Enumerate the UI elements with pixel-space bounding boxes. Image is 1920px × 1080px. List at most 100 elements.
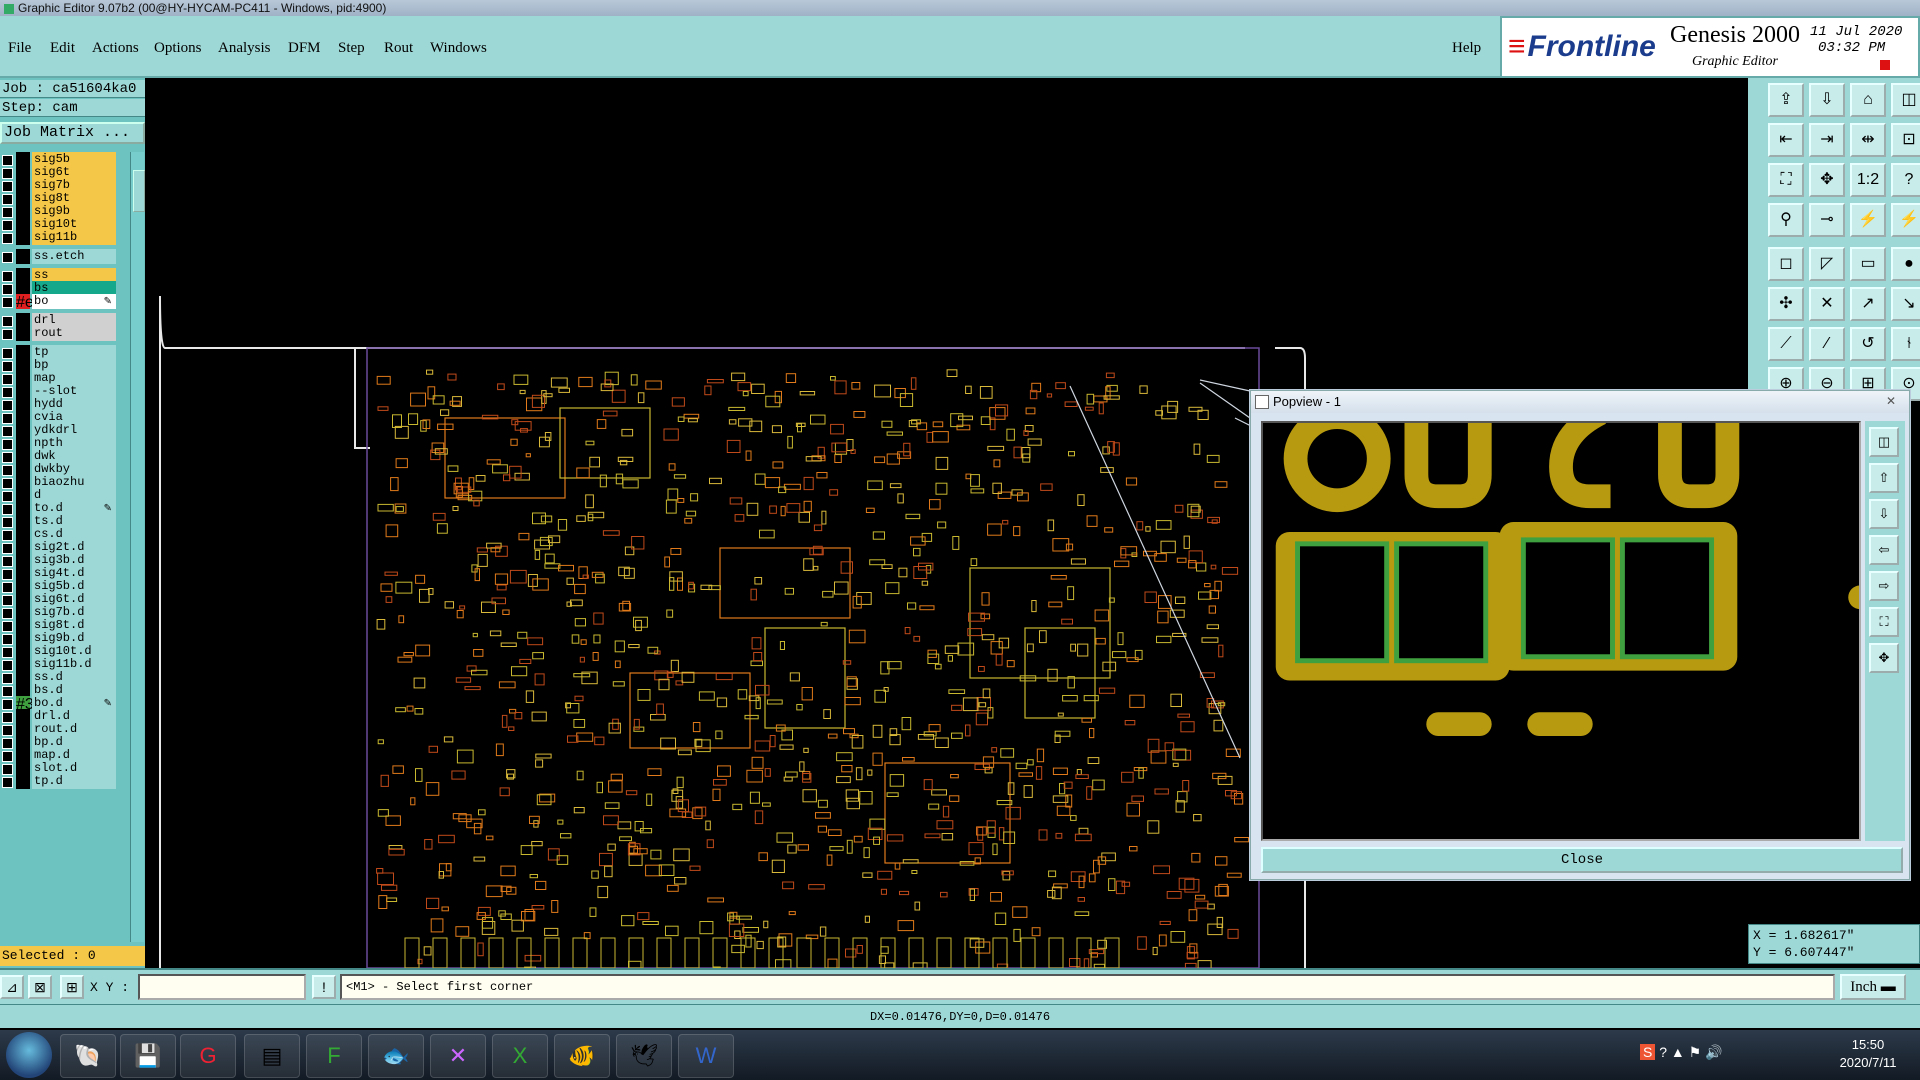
layer-list-scrollbar[interactable]: [130, 152, 145, 942]
snap-icon[interactable]: ⊿: [0, 975, 24, 999]
pv-layout-button[interactable]: ◫: [1869, 427, 1899, 457]
line-a-button[interactable]: ↗: [1850, 287, 1886, 321]
component-pad: [881, 564, 893, 570]
layer-color-swatch[interactable]: [16, 249, 30, 264]
layer-row-sig11b[interactable]: sig11b: [0, 230, 118, 245]
pv-pan-button[interactable]: ✥: [1869, 643, 1899, 673]
layer-color-swatch[interactable]: #e02020: [16, 294, 78, 311]
net-b-button[interactable]: ⚡: [1891, 203, 1920, 237]
layer-name[interactable]: tp.d: [32, 774, 116, 789]
measure-icon[interactable]: ⊠: [28, 975, 52, 999]
layer-checkbox[interactable]: [2, 297, 13, 308]
pv-right-button[interactable]: ⇨: [1869, 571, 1899, 601]
menu-analysis[interactable]: Analysis: [218, 40, 271, 57]
taskbar-app-bird[interactable]: 🕊: [616, 1034, 672, 1078]
menu-step[interactable]: Step: [338, 40, 365, 57]
volume-icon[interactable]: 🔊: [1705, 1044, 1722, 1060]
pv-left-button[interactable]: ⇦: [1869, 535, 1899, 565]
taskbar-app-fish2[interactable]: 🐠: [554, 1034, 610, 1078]
help-icon[interactable]: ?: [1659, 1044, 1667, 1060]
layer-row-ss-etch[interactable]: ss.etch: [0, 249, 118, 264]
layer-name[interactable]: ss.etch: [32, 249, 116, 264]
layer-row-bo[interactable]: #e02020bo✎: [0, 294, 118, 311]
prev-button[interactable]: ⇤: [1768, 123, 1804, 157]
layer-color-swatch[interactable]: [16, 774, 30, 789]
menu-file[interactable]: File: [8, 40, 31, 57]
popview-close-button[interactable]: Close: [1261, 847, 1903, 873]
edit-line-button[interactable]: ⟋: [1768, 327, 1804, 361]
job-matrix-button[interactable]: Job Matrix ...: [0, 122, 145, 144]
vertex-button[interactable]: ✣: [1768, 287, 1804, 321]
pv-down-button[interactable]: ⇩: [1869, 499, 1899, 529]
taskbar-clock[interactable]: 15:50 2020/7/11: [1820, 1036, 1916, 1072]
next-button[interactable]: ⇥: [1809, 123, 1845, 157]
zoom-fit-button[interactable]: ⇹: [1850, 123, 1886, 157]
menu-edit[interactable]: Edit: [50, 40, 75, 57]
layer-checkbox[interactable]: [2, 252, 13, 263]
taskbar-app-genesis[interactable]: F: [306, 1034, 362, 1078]
net-a-button[interactable]: ⚡: [1850, 203, 1886, 237]
layer-name[interactable]: rout: [32, 326, 116, 341]
home-button[interactable]: ⌂: [1850, 83, 1886, 117]
taskbar-app-save[interactable]: 💾: [120, 1034, 176, 1078]
component-pad: [492, 464, 508, 474]
save-button[interactable]: ⇩: [1809, 83, 1845, 117]
popview-title-bar[interactable]: Popview - 1 ✕: [1251, 391, 1909, 413]
layout-button[interactable]: ◫: [1891, 83, 1920, 117]
ime-icon[interactable]: S: [1640, 1044, 1656, 1060]
layer-row-rout[interactable]: rout: [0, 326, 118, 341]
taskbar-app-word[interactable]: W: [678, 1034, 734, 1078]
slash-button[interactable]: ⁄: [1809, 327, 1845, 361]
fit-button[interactable]: ⛶: [1768, 163, 1804, 197]
layer-row-tp-d[interactable]: tp.d: [0, 774, 118, 789]
taskbar-app-g[interactable]: G: [180, 1034, 236, 1078]
menu-options[interactable]: Options: [154, 40, 202, 57]
menu-dfm[interactable]: DFM: [288, 40, 321, 57]
taskbar-app-notepad[interactable]: ▤: [244, 1034, 300, 1078]
question-button[interactable]: ?: [1891, 163, 1920, 197]
component-pad: [707, 897, 724, 903]
draw-button[interactable]: ◸: [1809, 247, 1845, 281]
pan-button[interactable]: ✥: [1809, 163, 1845, 197]
snap-button[interactable]: ⚲: [1768, 203, 1804, 237]
dot-button[interactable]: ●: [1891, 247, 1920, 281]
line-b-button[interactable]: ↘: [1891, 287, 1920, 321]
grid-icon[interactable]: ⊞: [60, 975, 84, 999]
layer-checkbox[interactable]: [2, 233, 13, 244]
unit-selector[interactable]: Inch ▬: [1840, 974, 1906, 1000]
taskbar-app-fish[interactable]: 🐟: [368, 1034, 424, 1078]
cross-button[interactable]: ✕: [1809, 287, 1845, 321]
ff-button[interactable]: ⫮: [1891, 327, 1920, 361]
taskbar-app-excel[interactable]: X: [492, 1034, 548, 1078]
pv-up-button[interactable]: ⇧: [1869, 463, 1899, 493]
component-pad: [1036, 748, 1045, 763]
open-job-button[interactable]: ⇪: [1768, 83, 1804, 117]
menu-rout[interactable]: Rout: [384, 40, 413, 57]
menu-help[interactable]: Help: [1452, 40, 1481, 57]
scale-button[interactable]: 1:2: [1850, 163, 1886, 197]
menu-windows[interactable]: Windows: [430, 40, 487, 57]
pv-fit-button[interactable]: ⛶: [1869, 607, 1899, 637]
close-icon[interactable]: ✕: [1881, 393, 1901, 409]
menu-actions[interactable]: Actions: [92, 40, 139, 57]
route-button[interactable]: ⊸: [1809, 203, 1845, 237]
layer-name[interactable]: sig11b: [32, 230, 116, 245]
window-title-bar[interactable]: Graphic Editor 9.07b2 (00@HY-HYCAM-PC411…: [0, 0, 1920, 16]
scrollbar-thumb[interactable]: [133, 170, 145, 212]
layer-color-swatch[interactable]: [16, 326, 30, 341]
xy-input[interactable]: [138, 974, 306, 1000]
help-frame-button[interactable]: ⊡: [1891, 123, 1920, 157]
start-button[interactable]: [6, 1032, 52, 1078]
box-button[interactable]: ◻: [1768, 247, 1804, 281]
flag-icon[interactable]: ⚑: [1689, 1044, 1702, 1060]
ruler-button[interactable]: ▭: [1850, 247, 1886, 281]
alert-icon[interactable]: !: [312, 975, 336, 999]
layer-color-swatch[interactable]: [16, 230, 30, 245]
network-icon[interactable]: ▲: [1671, 1044, 1685, 1060]
popview-canvas[interactable]: [1261, 421, 1861, 841]
taskbar-app-x[interactable]: ✕: [430, 1034, 486, 1078]
arc-button[interactable]: ↺: [1850, 327, 1886, 361]
layer-checkbox[interactable]: [2, 329, 13, 340]
taskbar-app-shell[interactable]: 🐚: [60, 1034, 116, 1078]
layer-checkbox[interactable]: [2, 777, 13, 788]
